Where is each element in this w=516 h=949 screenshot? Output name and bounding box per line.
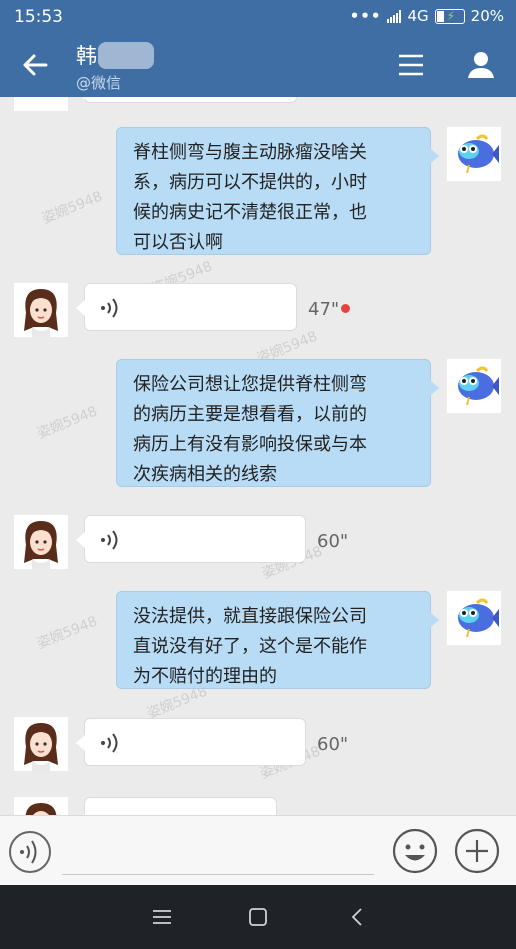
voice-duration: 47" bbox=[308, 299, 340, 320]
contact-avatar-girl[interactable] bbox=[14, 283, 68, 337]
status-time: 15:53 bbox=[14, 7, 63, 27]
message-line: 次疾病相关的线索 bbox=[133, 464, 277, 485]
received-voice-message[interactable] bbox=[76, 283, 297, 331]
message-input-field[interactable] bbox=[62, 874, 374, 875]
profile-icon[interactable] bbox=[466, 50, 496, 80]
message-line: 系，病历可以不提供的，小时 bbox=[133, 172, 367, 193]
home-icon[interactable] bbox=[246, 905, 270, 929]
input-bar bbox=[0, 815, 516, 886]
chat-area[interactable]: 姿婉5948 姿婉5948 姿婉5948 姿婉5948 姿婉5948 姿婉594… bbox=[0, 97, 516, 815]
message-line: 保险公司想让您提供脊柱侧弯 bbox=[133, 374, 367, 395]
plus-icon[interactable] bbox=[454, 828, 500, 874]
message-line: 候的病史记不清楚很正常，也 bbox=[133, 202, 367, 223]
menu-icon[interactable] bbox=[150, 905, 174, 929]
contact-name: 韩 bbox=[76, 44, 97, 68]
contact-avatar-girl[interactable] bbox=[14, 717, 68, 771]
network-type: 4G bbox=[407, 7, 429, 25]
unread-dot bbox=[341, 304, 350, 313]
voice-duration: 60" bbox=[317, 531, 349, 552]
emoji-icon[interactable] bbox=[392, 828, 438, 874]
battery-icon: ⚡ bbox=[434, 8, 465, 24]
voice-input-icon[interactable] bbox=[8, 830, 52, 874]
message-line: 病历上有没有影响投保或与本 bbox=[133, 434, 367, 455]
watermark: 姿婉5948 bbox=[34, 613, 100, 653]
contact-avatar-partial[interactable] bbox=[14, 97, 68, 111]
message-line: 直说没有好了，这个是不能作 bbox=[133, 636, 367, 657]
name-blur-redaction bbox=[98, 42, 154, 69]
message-line: 的病历主要是想看看，以前的 bbox=[133, 404, 367, 425]
back-icon[interactable] bbox=[346, 905, 370, 929]
message-line: 没法提供，就直接跟保险公司 bbox=[133, 606, 367, 627]
watermark: 姿婉5948 bbox=[34, 403, 100, 443]
received-voice-message[interactable] bbox=[76, 515, 306, 563]
message-line: 可以否认啊 bbox=[133, 232, 223, 253]
received-voice-message-partial[interactable] bbox=[76, 797, 277, 815]
voice-message-partial-top[interactable] bbox=[76, 97, 297, 103]
my-avatar-fish-icon[interactable] bbox=[447, 127, 501, 181]
chat-header: 韩 @微信 bbox=[0, 34, 516, 97]
contact-avatar-girl[interactable] bbox=[14, 515, 68, 569]
sent-text-message[interactable]: 保险公司想让您提供脊柱侧弯 的病历主要是想看看，以前的 病历上有没有影响投保或与… bbox=[116, 359, 439, 487]
voice-wave-icon bbox=[101, 530, 118, 550]
back-arrow-icon[interactable] bbox=[20, 50, 50, 80]
battery-percent: 20% bbox=[470, 7, 504, 25]
voice-duration: 60" bbox=[317, 734, 349, 755]
received-voice-message[interactable] bbox=[76, 718, 306, 766]
status-icons: ••• 4G ⚡ 20% bbox=[350, 7, 504, 25]
message-line: 为不赔付的理由的 bbox=[133, 666, 277, 687]
menu-icon[interactable] bbox=[398, 52, 424, 78]
sent-text-message[interactable]: 脊柱侧弯与腹主动脉瘤没啥关 系，病历可以不提供的，小时 候的病史记不清楚很正常，… bbox=[116, 127, 439, 255]
message-line: 脊柱侧弯与腹主动脉瘤没啥关 bbox=[133, 142, 367, 163]
status-bar: 15:53 ••• 4G ⚡ 20% bbox=[0, 0, 516, 34]
my-avatar-fish-icon[interactable] bbox=[447, 591, 501, 645]
sent-text-message[interactable]: 没法提供，就直接跟保险公司 直说没有好了，这个是不能作 为不赔付的理由的 bbox=[116, 591, 439, 689]
notification-dots: ••• bbox=[349, 7, 382, 25]
signal-icon bbox=[387, 9, 402, 23]
contact-subtitle: @微信 bbox=[76, 74, 122, 92]
system-nav-bar bbox=[0, 885, 516, 949]
voice-wave-icon bbox=[101, 298, 118, 318]
my-avatar-fish-icon[interactable] bbox=[447, 359, 501, 413]
contact-avatar-girl-partial[interactable] bbox=[14, 797, 68, 815]
watermark: 姿婉5948 bbox=[39, 188, 105, 228]
voice-wave-icon bbox=[101, 733, 118, 753]
